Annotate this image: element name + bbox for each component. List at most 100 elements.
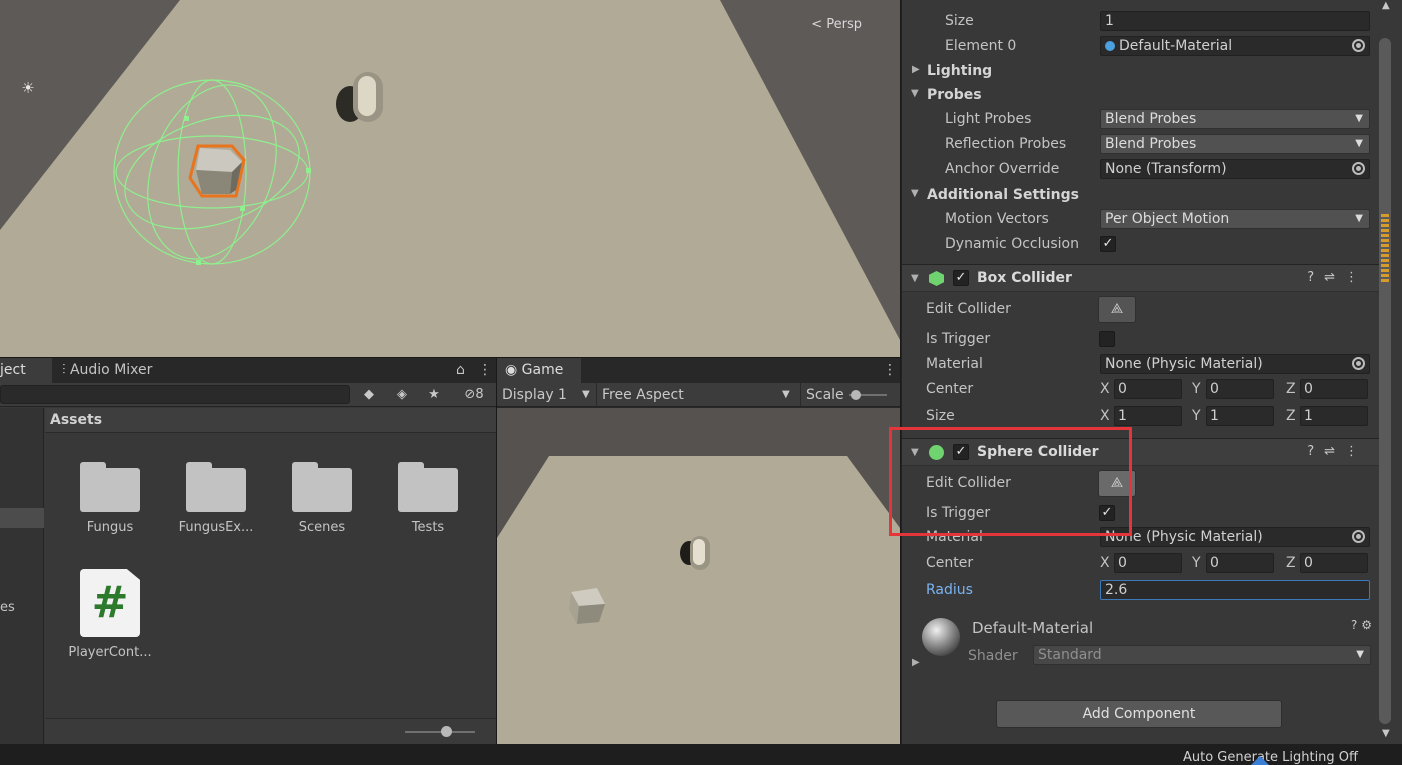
box-center-x-field[interactable]: 0 xyxy=(1114,379,1182,399)
folder-icon xyxy=(186,462,246,512)
sphere-collider-header[interactable]: ▼ ✓ Sphere Collider ?⇌⋮ xyxy=(902,438,1382,466)
lighting-foldout[interactable]: ▶ Lighting xyxy=(902,60,1382,82)
chevron-down-icon: ▼ xyxy=(582,389,590,400)
presets-icon[interactable]: ⇌ xyxy=(1324,444,1345,459)
sphere-collider-enabled-checkbox[interactable]: ✓ xyxy=(953,444,969,460)
sphere-material-field[interactable]: None (Physic Material) xyxy=(1100,527,1370,547)
box-size-x-field[interactable]: 1 xyxy=(1114,406,1182,426)
tab-game[interactable]: ◉ Game xyxy=(497,358,581,383)
asset-folder-tests[interactable]: Tests xyxy=(378,462,478,535)
shader-dropdown[interactable]: Standard ▼ xyxy=(1033,645,1371,665)
box-center-z-field[interactable]: 0 xyxy=(1300,379,1368,399)
box-size-y-field[interactable]: 1 xyxy=(1206,406,1274,426)
scroll-up-icon[interactable]: ▲ xyxy=(1382,0,1390,11)
materials-element-label: Element 0 xyxy=(945,38,1017,54)
box-material-row: Material None (Physic Material) xyxy=(902,353,1382,375)
icon-size-slider[interactable] xyxy=(405,731,475,733)
box-edit-collider-button[interactable]: ⟁ xyxy=(1098,296,1136,323)
filter-type-icon[interactable]: ◆ xyxy=(357,385,381,405)
sphere-radius-label[interactable]: Radius xyxy=(926,582,973,598)
sphere-collider-title: Sphere Collider xyxy=(977,444,1099,460)
help-icon[interactable]: ? xyxy=(1307,444,1324,459)
more-menu-icon[interactable]: ⋮ xyxy=(470,358,500,383)
anchor-override-value: None (Transform) xyxy=(1105,161,1227,177)
tab-audio-mixer[interactable]: ⫶ Audio Mixer xyxy=(54,358,160,383)
context-menu-icon[interactable]: ⋮ xyxy=(1345,270,1368,285)
materials-element-row: Element 0 Default-Material xyxy=(902,35,1382,57)
reflection-probes-dropdown[interactable]: Blend Probes ▼ xyxy=(1100,134,1370,154)
context-menu-icon[interactable]: ⋮ xyxy=(1345,444,1368,459)
chevron-down-icon: ▼ xyxy=(782,389,790,400)
sphere-center-y-field[interactable]: 0 xyxy=(1206,553,1274,573)
asset-folder-fungus[interactable]: Fungus xyxy=(60,462,160,535)
status-text[interactable]: Auto Generate Lighting Off xyxy=(1183,750,1358,765)
asset-label: PlayerCont... xyxy=(68,645,152,660)
probes-label: Probes xyxy=(927,87,982,103)
sphere-is-trigger-label: Is Trigger xyxy=(926,505,991,521)
box-is-trigger-checkbox[interactable] xyxy=(1099,331,1115,347)
sphere-center-x-field[interactable]: 0 xyxy=(1114,553,1182,573)
asset-folder-scenes[interactable]: Scenes xyxy=(272,462,372,535)
dynamic-occlusion-checkbox[interactable]: ✓ xyxy=(1100,236,1116,252)
icon-size-slider-handle[interactable] xyxy=(441,726,452,737)
object-picker-icon[interactable] xyxy=(1352,162,1365,175)
object-picker-icon[interactable] xyxy=(1352,530,1365,543)
box-center-y-field[interactable]: 0 xyxy=(1206,379,1274,399)
scale-label: Scale xyxy=(800,383,844,407)
foldout-right-icon[interactable]: ▶ xyxy=(912,657,920,668)
box-size-label: Size xyxy=(926,408,955,424)
folder-icon xyxy=(398,462,458,512)
add-component-button[interactable]: Add Component xyxy=(996,700,1282,728)
search-input[interactable] xyxy=(0,385,350,404)
dynamic-occlusion-row: Dynamic Occlusion ✓ xyxy=(902,233,1382,255)
sphere-collider-icon xyxy=(929,445,944,460)
tab-project[interactable]: ject xyxy=(0,358,52,383)
gear-icon[interactable]: ⚙ xyxy=(1361,618,1372,632)
favorite-star-icon[interactable]: ★ xyxy=(422,385,446,405)
help-icon[interactable]: ? xyxy=(1307,270,1324,285)
scale-slider-handle[interactable] xyxy=(851,390,861,400)
anchor-override-field[interactable]: None (Transform) xyxy=(1100,159,1370,179)
probes-foldout[interactable]: ▼ Probes xyxy=(902,84,1382,106)
asset-script-playercontroller[interactable]: # PlayerCont... xyxy=(60,569,160,660)
sphere-material-row: Material None (Physic Material) xyxy=(902,526,1382,548)
box-collider-icon xyxy=(929,271,944,286)
game-render[interactable] xyxy=(497,408,900,744)
scroll-down-icon[interactable]: ▼ xyxy=(1382,728,1390,739)
sphere-edit-collider-button[interactable]: ⟁ xyxy=(1098,470,1136,497)
display-dropdown[interactable]: Display 1 xyxy=(497,383,593,407)
help-icon[interactable]: ? xyxy=(1351,618,1357,632)
materials-size-field[interactable]: 1 xyxy=(1100,11,1370,31)
motion-vectors-dropdown[interactable]: Per Object Motion ▼ xyxy=(1100,209,1370,229)
asset-folder-fungusex[interactable]: FungusEx... xyxy=(166,462,266,535)
reflection-probes-value: Blend Probes xyxy=(1105,136,1197,152)
light-probes-dropdown[interactable]: Blend Probes ▼ xyxy=(1100,109,1370,129)
hidden-packages-icon[interactable]: ⊘8 xyxy=(456,385,492,405)
object-picker-icon[interactable] xyxy=(1352,39,1365,52)
inspector-scrollbar[interactable] xyxy=(1379,38,1391,724)
box-collider-header[interactable]: ▼ ✓ Box Collider ?⇌⋮ xyxy=(902,264,1382,292)
foldout-down-icon: ▼ xyxy=(911,273,919,284)
box-material-field[interactable]: None (Physic Material) xyxy=(1100,354,1370,374)
box-collider-enabled-checkbox[interactable]: ✓ xyxy=(953,270,969,286)
axis-z-label: Z xyxy=(1286,381,1296,397)
csharp-script-icon: # xyxy=(80,569,140,637)
asset-label: Tests xyxy=(411,520,445,535)
sphere-is-trigger-checkbox[interactable]: ✓ xyxy=(1099,505,1115,521)
object-picker-icon[interactable] xyxy=(1352,357,1365,370)
scene-canvas[interactable] xyxy=(0,0,900,357)
aspect-dropdown[interactable]: Free Aspect xyxy=(596,383,796,407)
sidebar-selected-item[interactable] xyxy=(0,508,44,528)
presets-icon[interactable]: ⇌ xyxy=(1324,270,1345,285)
materials-element-field[interactable]: Default-Material xyxy=(1100,36,1370,56)
additional-settings-foldout[interactable]: ▼ Additional Settings xyxy=(902,184,1382,206)
sphere-center-label: Center xyxy=(926,555,974,571)
scene-view[interactable]: ☀ < Persp xyxy=(0,0,900,357)
box-size-z-field[interactable]: 1 xyxy=(1300,406,1368,426)
sidebar-item-label[interactable]: es xyxy=(0,600,15,615)
persp-text: Persp xyxy=(826,17,862,32)
sphere-center-z-field[interactable]: 0 xyxy=(1300,553,1368,573)
label-icon[interactable]: ◈ xyxy=(390,385,414,405)
projection-label[interactable]: < Persp xyxy=(811,17,862,32)
sphere-radius-field[interactable]: 2.6 xyxy=(1100,580,1370,600)
